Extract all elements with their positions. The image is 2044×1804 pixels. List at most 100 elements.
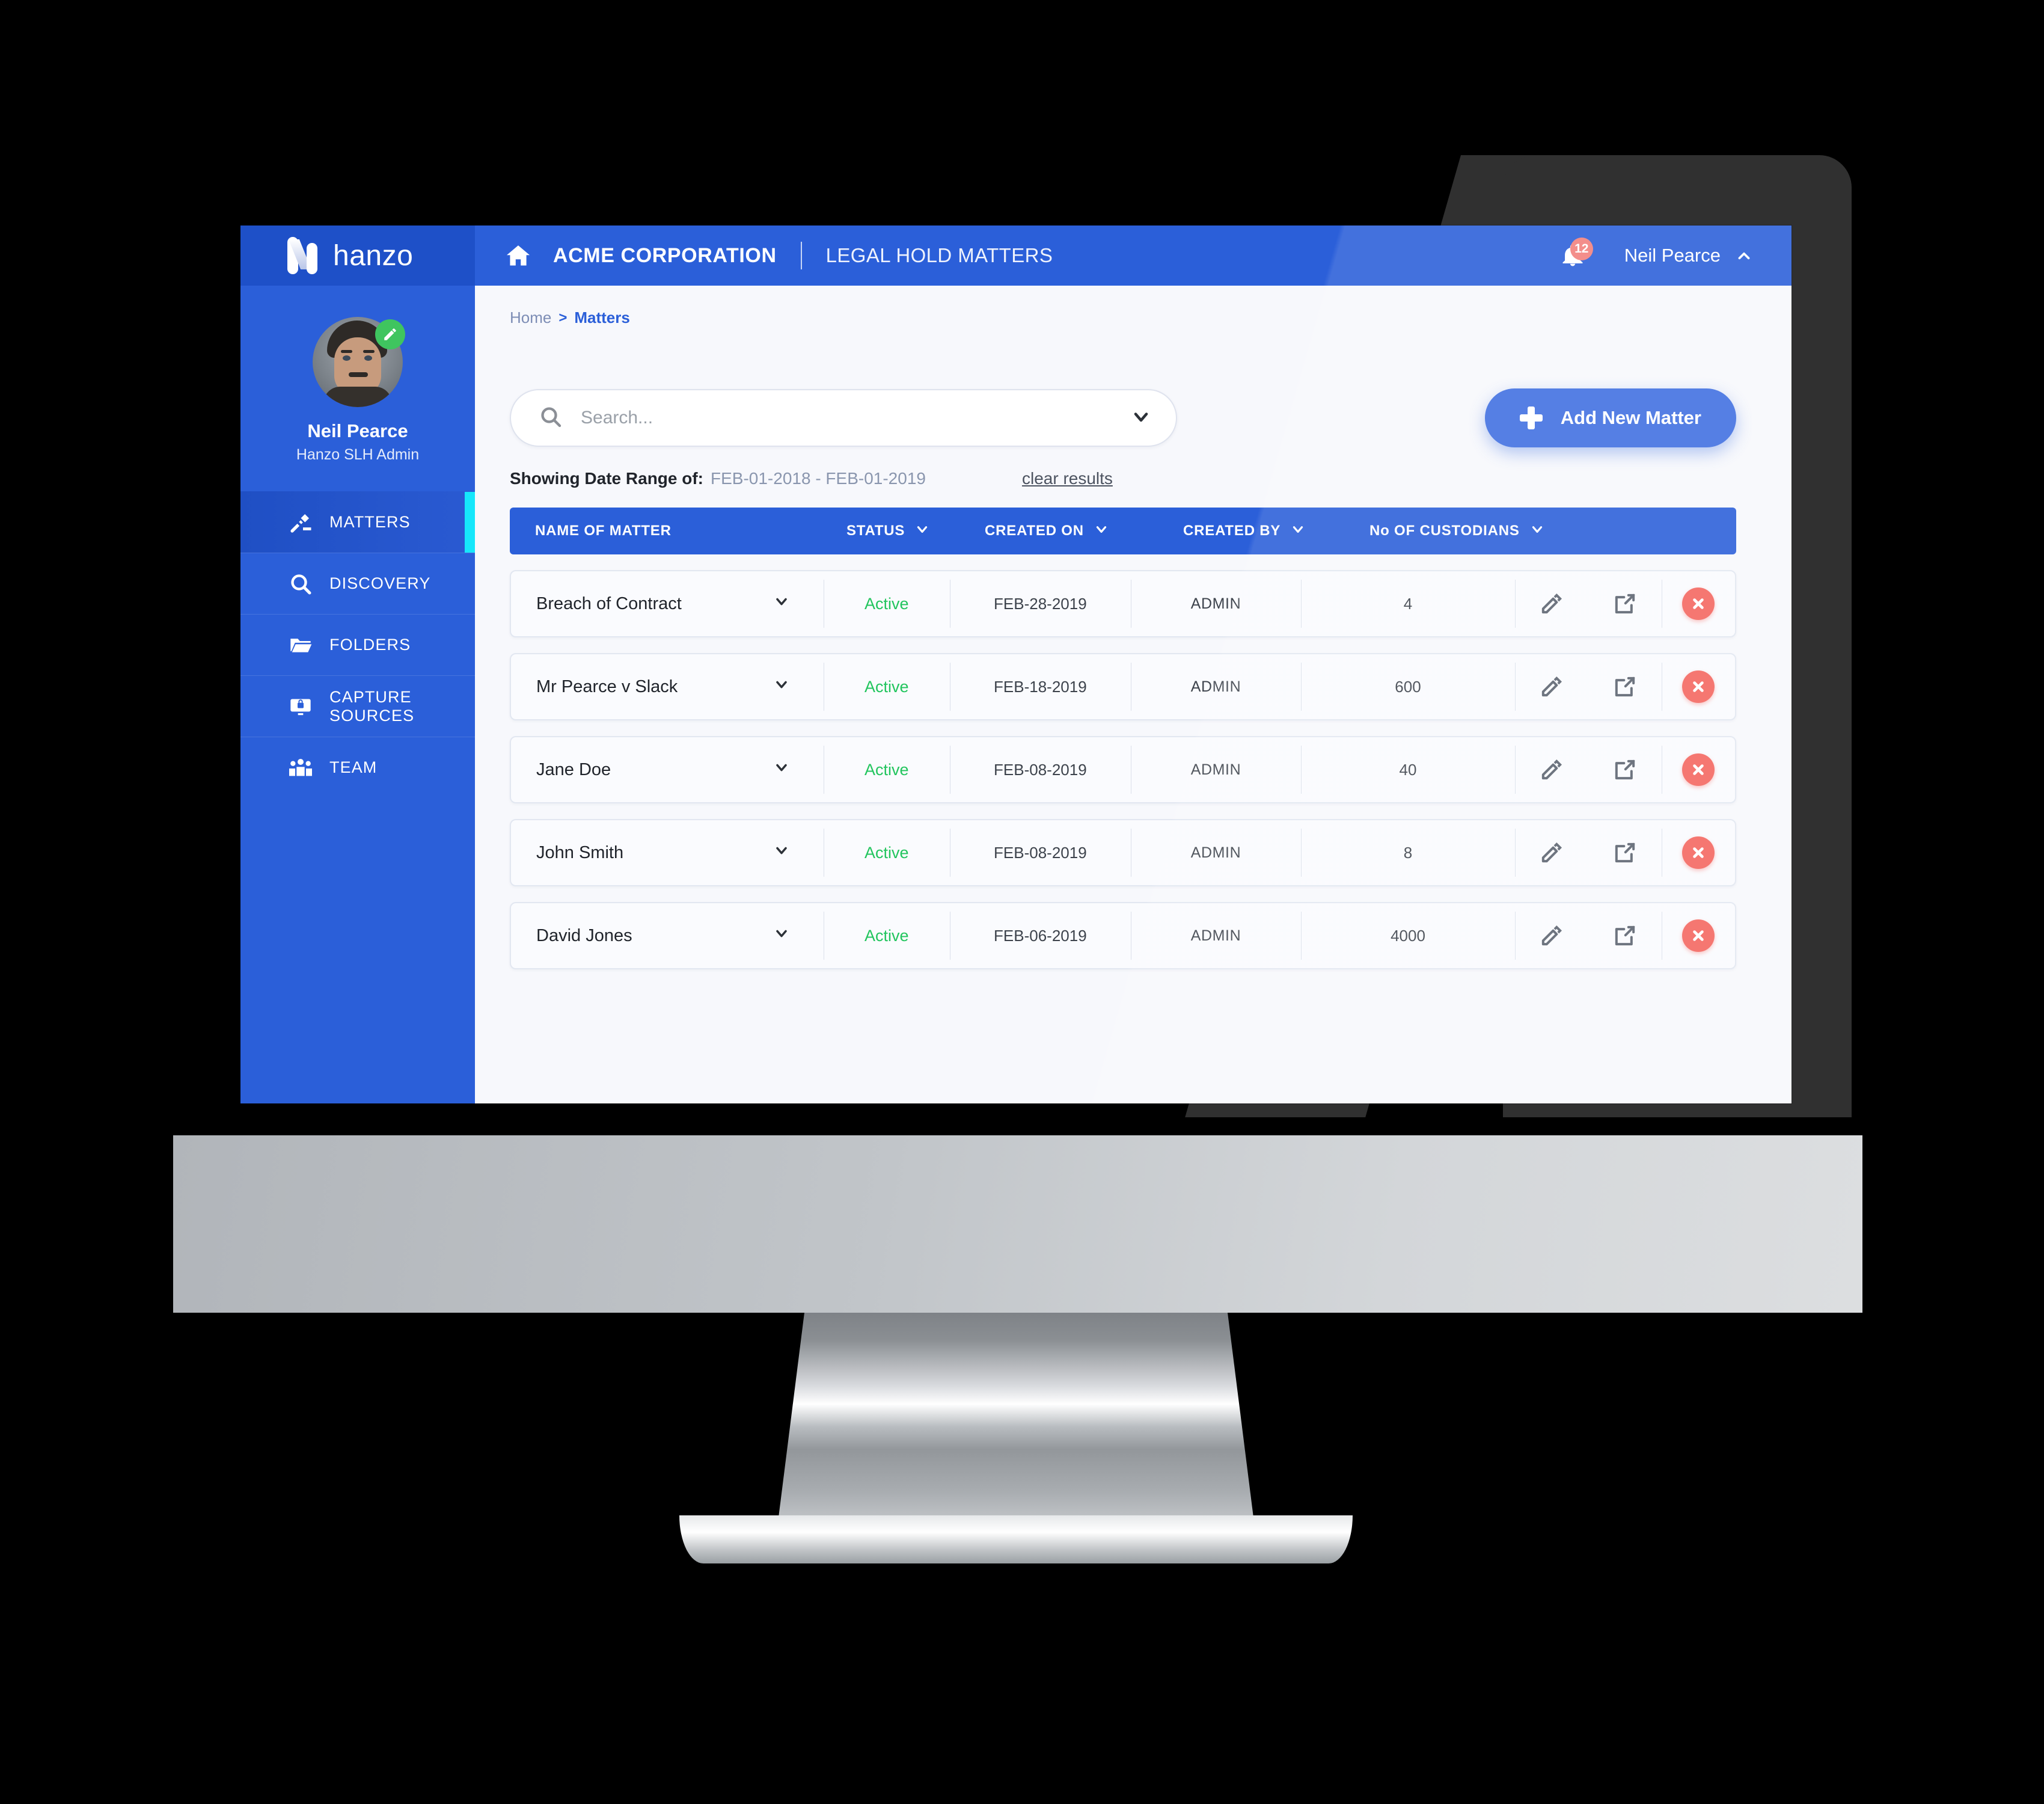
sidebar-item-label: CAPTURE SOURCES xyxy=(329,688,415,725)
edit-icon[interactable] xyxy=(1515,903,1588,968)
cell-status: Active xyxy=(823,737,950,802)
edit-icon[interactable] xyxy=(1515,654,1588,719)
search-icon xyxy=(539,405,563,432)
search-box[interactable] xyxy=(510,389,1177,447)
topbar-separator xyxy=(800,242,802,269)
chevron-up-icon[interactable] xyxy=(1736,248,1752,263)
cell-created-by: ADMIN xyxy=(1130,903,1301,968)
sidebar-item-capture-sources[interactable]: CAPTURE SOURCES xyxy=(240,675,475,737)
cell-custodians: 8 xyxy=(1300,820,1515,885)
app-screen: hanzo Neil Pearce Hanzo SLH Admin MATTER… xyxy=(240,226,1792,1103)
column-header-name[interactable]: NAME OF MATTER xyxy=(510,523,846,539)
status-badge: Active xyxy=(864,843,909,862)
search-input[interactable] xyxy=(581,408,1112,428)
share-icon[interactable] xyxy=(1588,820,1662,885)
hanzo-logo-icon xyxy=(287,237,317,274)
cell-actions xyxy=(1515,737,1735,802)
table-row[interactable]: John Smith Active FEB-08-2019 ADMIN 8 xyxy=(510,819,1736,886)
cell-actions xyxy=(1515,903,1735,968)
chevron-down-icon[interactable] xyxy=(773,593,790,615)
delete-icon[interactable] xyxy=(1662,654,1735,719)
sidebar-item-folders[interactable]: FOLDERS xyxy=(240,614,475,675)
cell-custodians: 600 xyxy=(1300,654,1515,719)
delete-icon[interactable] xyxy=(1662,820,1735,885)
avatar-wrap[interactable] xyxy=(313,317,405,407)
breadcrumb: Home > Matters xyxy=(510,286,1736,327)
sidebar-item-matters[interactable]: MATTERS xyxy=(240,491,475,553)
edit-icon[interactable] xyxy=(1515,820,1588,885)
cell-actions xyxy=(1515,820,1735,885)
table-row[interactable]: Jane Doe Active FEB-08-2019 ADMIN 40 xyxy=(510,736,1736,803)
page-title: LEGAL HOLD MATTERS xyxy=(825,244,1053,266)
plus-icon xyxy=(1519,407,1543,429)
column-header-created-on[interactable]: CREATED ON xyxy=(985,521,1183,541)
cell-matter-name[interactable]: David Jones xyxy=(511,903,824,968)
column-header-created-by[interactable]: CREATED BY xyxy=(1183,521,1369,541)
monitor-chin xyxy=(173,1135,1862,1313)
org-name: ACME CORPORATION xyxy=(553,244,777,267)
monitor-stand-neck xyxy=(776,1313,1256,1541)
cell-matter-name[interactable]: John Smith xyxy=(511,820,824,885)
delete-icon[interactable] xyxy=(1662,903,1735,968)
edit-icon[interactable] xyxy=(1515,737,1588,802)
chevron-down-icon[interactable] xyxy=(773,676,790,698)
user-menu-name[interactable]: Neil Pearce xyxy=(1624,245,1721,266)
column-header-label: CREATED ON xyxy=(985,523,1084,539)
share-icon[interactable] xyxy=(1588,737,1662,802)
cell-status: Active xyxy=(823,820,950,885)
cell-actions xyxy=(1515,654,1735,719)
chevron-down-icon[interactable] xyxy=(1130,406,1152,431)
sidebar: hanzo Neil Pearce Hanzo SLH Admin MATTER… xyxy=(240,226,475,1103)
sidebar-item-team[interactable]: TEAM xyxy=(240,737,475,798)
column-header-custodians[interactable]: No OF CUSTODIANS xyxy=(1369,521,1604,541)
add-new-matter-label: Add New Matter xyxy=(1560,407,1701,428)
logo-text: hanzo xyxy=(333,239,414,272)
add-new-matter-button[interactable]: Add New Matter xyxy=(1484,388,1736,447)
date-range-value: FEB-01-2018 - FEB-01-2019 xyxy=(711,469,926,488)
chevron-down-icon[interactable] xyxy=(773,842,790,864)
delete-icon[interactable] xyxy=(1662,737,1735,802)
cell-created-on: FEB-28-2019 xyxy=(949,571,1131,636)
bell-icon[interactable]: 12 xyxy=(1556,238,1593,272)
edit-icon[interactable] xyxy=(1515,571,1588,636)
matter-name: Jane Doe xyxy=(536,759,611,779)
matter-name: Breach of Contract xyxy=(536,594,682,613)
matters-table: NAME OF MATTER STATUS CREATED ON CREATED… xyxy=(510,508,1736,969)
breadcrumb-separator: > xyxy=(558,309,568,326)
share-icon[interactable] xyxy=(1588,571,1662,636)
cell-matter-name[interactable]: Jane Doe xyxy=(511,737,824,802)
cell-created-by: ADMIN xyxy=(1130,654,1301,719)
sidebar-item-label: TEAM xyxy=(329,758,378,776)
chevron-down-icon[interactable] xyxy=(773,759,790,781)
share-icon[interactable] xyxy=(1588,903,1662,968)
breadcrumb-current: Matters xyxy=(574,308,630,327)
clear-results-link[interactable]: clear results xyxy=(1022,469,1113,488)
cell-custodians: 4 xyxy=(1300,571,1515,636)
cell-created-on: FEB-18-2019 xyxy=(949,654,1131,719)
table-header-row: NAME OF MATTER STATUS CREATED ON CREATED… xyxy=(510,508,1736,554)
cell-created-on: FEB-08-2019 xyxy=(949,820,1131,885)
column-header-status[interactable]: STATUS xyxy=(846,521,985,541)
cell-matter-name[interactable]: Breach of Contract xyxy=(511,571,824,636)
breadcrumb-home[interactable]: Home xyxy=(510,308,551,327)
share-icon[interactable] xyxy=(1588,654,1662,719)
cell-created-by: ADMIN xyxy=(1130,737,1301,802)
delete-icon[interactable] xyxy=(1662,571,1735,636)
home-icon[interactable] xyxy=(504,241,533,270)
cell-created-by: ADMIN xyxy=(1130,820,1301,885)
profile-name: Neil Pearce xyxy=(307,420,408,441)
sidebar-item-discovery[interactable]: DISCOVERY xyxy=(240,553,475,614)
chevron-down-icon xyxy=(1094,521,1109,541)
cell-matter-name[interactable]: Mr Pearce v Slack xyxy=(511,654,824,719)
sidebar-item-label: DISCOVERY xyxy=(329,574,431,592)
sidebar-nav: MATTERS DISCOVERY FOLDERS CAPTURE SOURCE… xyxy=(240,491,475,798)
cell-status: Active xyxy=(823,654,950,719)
pencil-icon[interactable] xyxy=(375,319,405,349)
chevron-down-icon[interactable] xyxy=(773,925,790,946)
table-row[interactable]: Mr Pearce v Slack Active FEB-18-2019 ADM… xyxy=(510,653,1736,720)
sidebar-profile: Neil Pearce Hanzo SLH Admin xyxy=(240,286,475,491)
table-row[interactable]: David Jones Active FEB-06-2019 ADMIN 400… xyxy=(510,902,1736,969)
cell-created-by: ADMIN xyxy=(1130,571,1301,636)
logo-bar[interactable]: hanzo xyxy=(240,226,475,286)
table-row[interactable]: Breach of Contract Active FEB-28-2019 AD… xyxy=(510,570,1736,637)
